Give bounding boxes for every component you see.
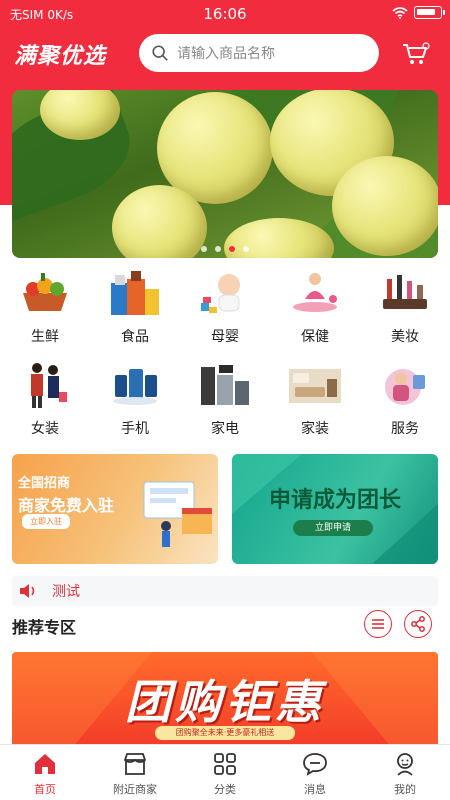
home-icon (35, 754, 55, 774)
category-label: 家装 (301, 421, 329, 437)
profile-icon (397, 753, 413, 776)
join-now-button[interactable]: 立即入驻 (22, 514, 70, 529)
category-label: 手机 (121, 421, 149, 437)
merchant-recruit-subtitle: 商家免费入驻 (18, 496, 115, 515)
category-label: 美妆 (391, 329, 419, 345)
group-buy-tag: 团购聚全未来·更多豪礼相送 (155, 726, 295, 740)
bottom-tab-bar: 首页 附近商家 分类 消息 我的 (0, 744, 450, 800)
carousel-dot-active[interactable] (229, 246, 235, 252)
tab-label: 消息 (304, 783, 326, 796)
food-icon (107, 268, 163, 318)
category-womens-clothing[interactable]: 女装 (0, 360, 90, 438)
status-bar: 无SIM 0K/s 16:06 (0, 0, 450, 28)
search-icon (152, 45, 168, 61)
list-icon (372, 619, 384, 629)
carousel-dots (12, 246, 438, 252)
section-title: 推荐专区 (12, 618, 77, 637)
cart-icon[interactable] (402, 42, 430, 66)
category-phone[interactable]: 手机 (90, 360, 180, 438)
health-icon (287, 268, 343, 318)
baby-icon (197, 268, 253, 318)
banner-carousel[interactable] (12, 90, 438, 258)
merchant-recruit-title: 全国招商 (18, 476, 71, 491)
category-label: 家电 (211, 421, 239, 437)
list-view-button[interactable] (364, 610, 392, 638)
service-icon (377, 360, 433, 410)
banner-pear (224, 218, 334, 258)
battery-icon (414, 6, 445, 19)
message-icon (303, 753, 327, 776)
category-label: 保健 (301, 329, 329, 345)
banner-pear (332, 156, 438, 256)
cosmetics-icon (377, 268, 433, 318)
brand-logo: 满聚优选 (14, 44, 107, 69)
phone-icon (107, 360, 163, 410)
category-appliance[interactable]: 家电 (180, 360, 270, 438)
category-food[interactable]: 食品 (90, 268, 180, 346)
grid-icon (214, 753, 236, 775)
share-button[interactable] (404, 610, 432, 638)
become-leader-title: 申请成为团长 (268, 488, 401, 513)
category-label: 生鲜 (31, 329, 59, 345)
clock: 16:06 (203, 5, 247, 23)
tab-label: 附近商家 (113, 783, 157, 796)
speaker-icon (20, 584, 35, 598)
search-placeholder: 请输入商品名称 (177, 46, 275, 62)
fresh-produce-icon (17, 268, 73, 318)
carousel-dot[interactable] (201, 246, 207, 252)
status-icons (392, 6, 445, 19)
category-label: 食品 (121, 329, 149, 345)
become-leader-card[interactable]: 申请成为团长 立即申请 (232, 454, 438, 564)
store-icon (124, 753, 146, 775)
merchant-recruit-card[interactable]: 全国招商 商家免费入驻 立即入驻 (12, 454, 218, 564)
notice-text: 测试 (52, 584, 80, 600)
carousel-dot[interactable] (215, 246, 221, 252)
apply-now-button[interactable]: 立即申请 (293, 520, 373, 536)
top-header: 满聚优选 请输入商品名称 (0, 30, 450, 76)
group-buy-title: 团购钜惠 (125, 675, 325, 729)
tab-label: 首页 (34, 783, 56, 796)
appliance-icon (197, 360, 253, 410)
wifi-icon (392, 6, 408, 19)
group-buy-banner[interactable]: 团购钜惠 团购聚全未来·更多豪礼相送 (12, 652, 438, 748)
carousel-dot[interactable] (243, 246, 249, 252)
womens-clothing-icon (17, 360, 73, 410)
tab-nearby-stores[interactable]: 附近商家 (90, 745, 180, 800)
tab-messages[interactable]: 消息 (270, 745, 360, 800)
merchant-illustration (143, 481, 212, 547)
category-baby[interactable]: 母婴 (180, 268, 270, 346)
notice-bar[interactable]: 测试 (12, 576, 438, 606)
category-cosmetics[interactable]: 美妆 (360, 268, 450, 346)
category-label: 母婴 (211, 329, 239, 345)
share-icon (411, 616, 425, 632)
search-bar[interactable]: 请输入商品名称 (139, 34, 379, 72)
category-health[interactable]: 保健 (270, 268, 360, 346)
category-home-decor[interactable]: 家装 (270, 360, 360, 438)
category-service[interactable]: 服务 (360, 360, 450, 438)
tab-profile[interactable]: 我的 (360, 745, 450, 800)
tab-label: 我的 (394, 783, 416, 796)
tab-categories[interactable]: 分类 (180, 745, 270, 800)
home-decor-icon (287, 360, 343, 410)
category-fresh[interactable]: 生鲜 (0, 268, 90, 346)
category-grid: 生鲜 食品 母婴 保健 美妆 女装 手机 家电 家装 服务 (0, 268, 450, 438)
category-label: 服务 (391, 421, 419, 437)
category-label: 女装 (31, 421, 59, 437)
tab-label: 分类 (214, 783, 236, 796)
tab-home[interactable]: 首页 (0, 745, 90, 800)
